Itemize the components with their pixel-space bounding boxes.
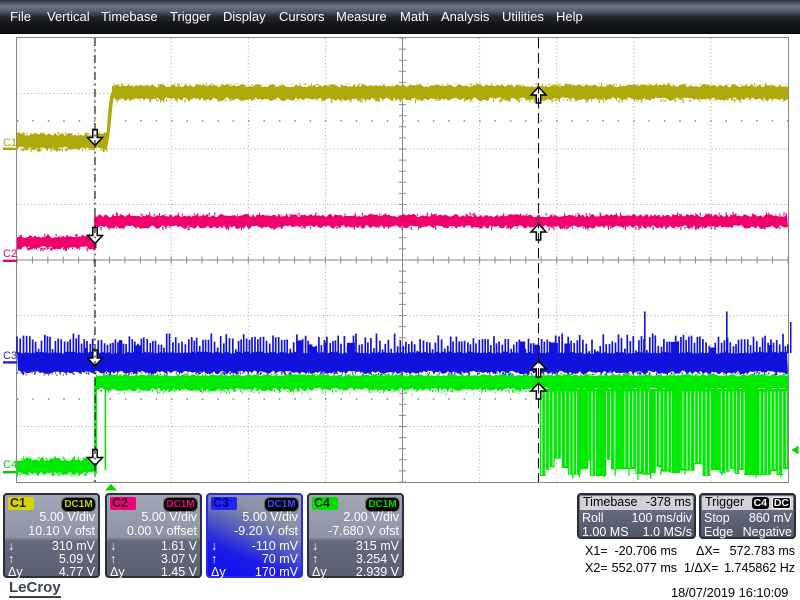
svg-text:C2: C2 — [3, 248, 17, 260]
svg-text:C3: C3 — [3, 350, 17, 362]
svg-text:C4: C4 — [3, 459, 17, 471]
svg-text:C1: C1 — [3, 137, 17, 149]
